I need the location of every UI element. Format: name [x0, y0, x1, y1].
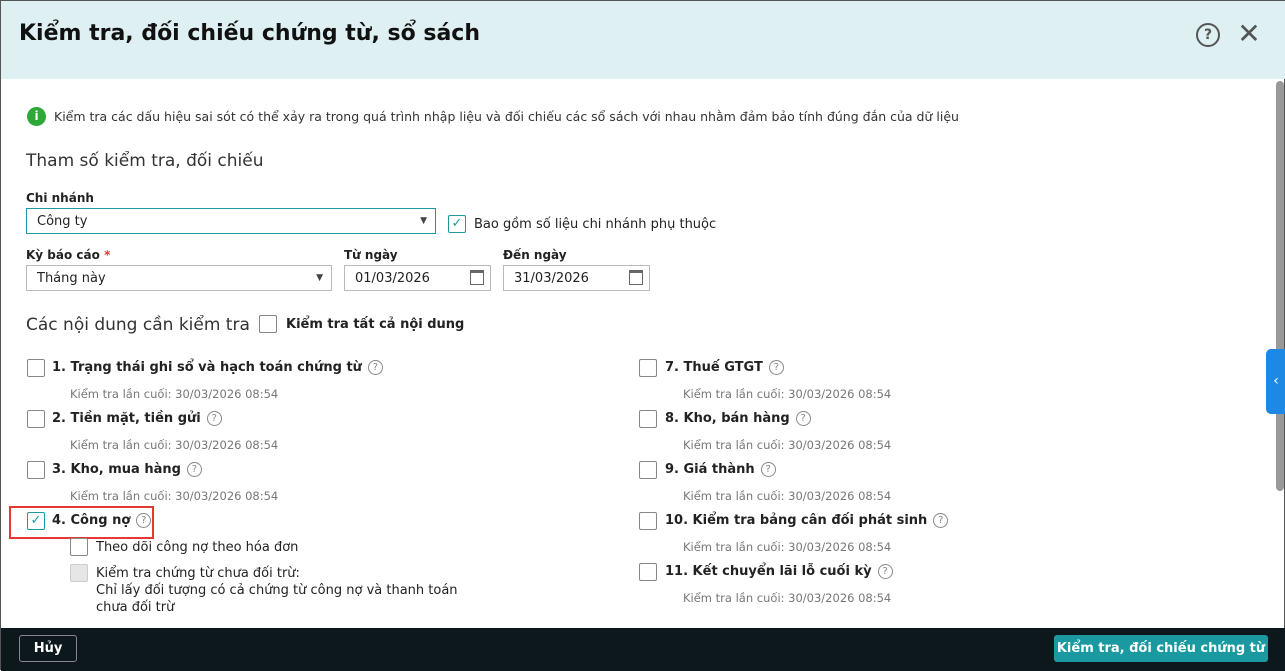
item-label: 8. Kho, bán hàng: [665, 411, 790, 426]
item-label: 1. Trạng thái ghi sổ và hạch toán chứng …: [52, 360, 362, 375]
calendar-icon[interactable]: [470, 270, 484, 285]
required-mark: *: [104, 248, 111, 262]
question-icon[interactable]: ?: [760, 462, 776, 477]
item-label: 11. Kết chuyển lãi lỗ cuối kỳ: [665, 564, 872, 579]
branch-select[interactable]: Công ty ▼: [26, 208, 436, 234]
item-10-checkbox[interactable]: [639, 512, 657, 530]
to-label: Đến ngày: [503, 248, 567, 262]
item-9-checkbox[interactable]: [639, 461, 657, 479]
item-8-label: 8. Kho, bán hàng?: [665, 411, 811, 426]
item-4-checkbox[interactable]: ✓: [27, 512, 45, 530]
item-label: 2. Tiền mặt, tiền gửi: [52, 411, 201, 426]
unmatched-desc: Chỉ lấy đối tượng có cả chứng từ công nợ…: [96, 583, 458, 615]
item-9-label: 9. Giá thành?: [665, 462, 776, 477]
item-11-checkbox[interactable]: [639, 563, 657, 581]
check-all-checkbox[interactable]: [259, 315, 277, 333]
from-label: Từ ngày: [344, 248, 398, 262]
item-1-checkbox[interactable]: [27, 359, 45, 377]
period-select[interactable]: Tháng này ▼: [26, 265, 332, 291]
item-4-label: 4. Công nợ?: [52, 513, 152, 528]
track-by-invoice-checkbox[interactable]: [70, 538, 88, 556]
dropdown-caret-icon: ▼: [316, 273, 323, 283]
item-label: 9. Giá thành: [665, 462, 755, 477]
help-icon[interactable]: ?: [1196, 23, 1220, 47]
question-icon[interactable]: ?: [367, 360, 383, 375]
info-icon: i: [27, 107, 46, 126]
item-11-label: 11. Kết chuyển lãi lỗ cuối kỳ?: [665, 564, 893, 579]
item-7-checkbox[interactable]: [639, 359, 657, 377]
item-7-last: Kiểm tra lần cuối: 30/03/2026 08:54: [683, 387, 892, 401]
item-2-checkbox[interactable]: [27, 410, 45, 428]
content-heading: Các nội dung cần kiểm tra: [26, 315, 250, 335]
item-1-last: Kiểm tra lần cuối: 30/03/2026 08:54: [70, 387, 279, 401]
from-date-value: 01/03/2026: [355, 271, 430, 286]
question-icon[interactable]: ?: [136, 513, 152, 528]
question-icon[interactable]: ?: [206, 411, 222, 426]
scrollbar[interactable]: [1276, 81, 1284, 491]
question-icon[interactable]: ?: [795, 411, 811, 426]
question-icon[interactable]: ?: [933, 513, 949, 528]
item-7-label: 7. Thuế GTGT?: [665, 360, 784, 375]
item-8-checkbox[interactable]: [639, 410, 657, 428]
item-2-last: Kiểm tra lần cuối: 30/03/2026 08:54: [70, 438, 279, 452]
calendar-icon[interactable]: [629, 270, 643, 285]
to-date-value: 31/03/2026: [514, 271, 589, 286]
unmatched-title: Kiểm tra chứng từ chưa đối trừ:: [96, 566, 300, 581]
from-date-input[interactable]: 01/03/2026: [344, 265, 491, 291]
dropdown-caret-icon: ▼: [420, 216, 427, 226]
item-3-label: 3. Kho, mua hàng?: [52, 462, 202, 477]
period-label-text: Kỳ báo cáo: [26, 248, 100, 262]
item-label: 3. Kho, mua hàng: [52, 462, 181, 477]
item-11-last: Kiểm tra lần cuối: 30/03/2026 08:54: [683, 591, 892, 605]
item-10-last: Kiểm tra lần cuối: 30/03/2026 08:54: [683, 540, 892, 554]
branch-value: Công ty: [37, 214, 88, 229]
params-heading: Tham số kiểm tra, đối chiếu: [26, 151, 264, 171]
item-3-checkbox[interactable]: [27, 461, 45, 479]
side-panel-toggle-chevron-left-icon[interactable]: ‹: [1266, 349, 1285, 414]
item-8-last: Kiểm tra lần cuối: 30/03/2026 08:54: [683, 438, 892, 452]
question-icon[interactable]: ?: [186, 462, 202, 477]
close-icon[interactable]: ✕: [1237, 20, 1261, 48]
submit-check-button[interactable]: Kiểm tra, đối chiếu chứng từ: [1054, 635, 1268, 662]
item-10-label: 10. Kiểm tra bảng cân đối phát sinh?: [665, 513, 949, 528]
item-9-last: Kiểm tra lần cuối: 30/03/2026 08:54: [683, 489, 892, 503]
item-label: 4. Công nợ: [52, 513, 131, 528]
period-value: Tháng này: [37, 271, 106, 286]
item-label: 7. Thuế GTGT: [665, 360, 763, 375]
to-date-input[interactable]: 31/03/2026: [503, 265, 650, 291]
unmatched-checkbox[interactable]: [70, 564, 88, 582]
dialog-title: Kiểm tra, đối chiếu chứng từ, sổ sách: [19, 21, 481, 46]
item-1-label: 1. Trạng thái ghi sổ và hạch toán chứng …: [52, 360, 383, 375]
check-all-label: Kiểm tra tất cả nội dung: [286, 317, 465, 332]
branch-label: Chi nhánh: [26, 191, 94, 205]
info-text: Kiểm tra các dấu hiệu sai sót có thể xảy…: [54, 109, 959, 124]
cancel-button[interactable]: Hủy: [19, 635, 77, 662]
question-icon[interactable]: ?: [877, 564, 893, 579]
unmatched-label: Kiểm tra chứng từ chưa đối trừ: Chỉ lấy đ…: [96, 565, 491, 616]
include-sub-checkbox[interactable]: ✓: [448, 215, 466, 233]
period-label: Kỳ báo cáo *: [26, 248, 110, 262]
track-by-invoice-label: Theo dõi công nợ theo hóa đơn: [96, 540, 299, 555]
item-label: 10. Kiểm tra bảng cân đối phát sinh: [665, 513, 928, 528]
question-icon[interactable]: ?: [768, 360, 784, 375]
item-3-last: Kiểm tra lần cuối: 30/03/2026 08:54: [70, 489, 279, 503]
include-sub-label: Bao gồm số liệu chi nhánh phụ thuộc: [474, 217, 717, 232]
item-2-label: 2. Tiền mặt, tiền gửi?: [52, 411, 222, 426]
